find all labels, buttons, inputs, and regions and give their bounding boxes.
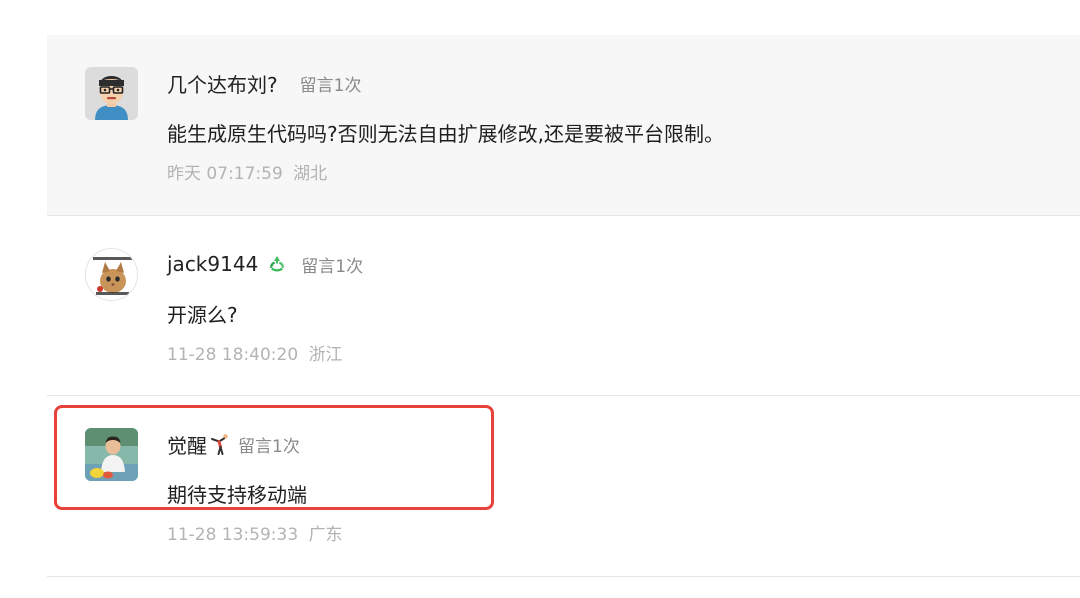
comment-location: 广东 xyxy=(308,525,343,545)
comment-meta: 昨天 07:17:59 湖北 xyxy=(167,159,327,184)
comment-location: 湖北 xyxy=(293,164,328,184)
comment-count-badge: 留言1次 xyxy=(301,256,364,277)
avatar[interactable] xyxy=(85,248,138,301)
commenter-name[interactable]: 几个达布刘? xyxy=(167,69,278,98)
comment-date: 昨天 07:17:59 xyxy=(167,164,283,184)
comment-text: 能生成原生代码吗?否则无法自由扩展修改,还是要被平台限制。 xyxy=(167,122,724,146)
comment-date: 11-28 13:59:33 xyxy=(167,525,299,545)
comment-item: jack9144 留言1次 开源么? 11-28 18:40:20 浙江 xyxy=(47,216,1080,396)
comment-item: 几个达布刘? 留言1次 能生成原生代码吗?否则无法自由扩展修改,还是要被平台限制… xyxy=(47,35,1080,216)
comment-meta: 11-28 13:59:33 广东 xyxy=(167,520,343,545)
comment-count-badge: 留言1次 xyxy=(299,75,362,96)
green-recycle-icon xyxy=(267,254,287,274)
avatar[interactable] xyxy=(85,67,138,120)
name-line: 几个达布刘? 留言1次 xyxy=(167,69,362,98)
comment-date: 11-28 18:40:20 xyxy=(167,345,299,365)
commenter-name[interactable]: jack9144 xyxy=(167,252,258,276)
glasses-man-avatar-icon xyxy=(85,67,138,120)
highlight-annotation-box xyxy=(54,405,494,510)
comment-location: 浙江 xyxy=(308,345,343,365)
comment-meta: 11-28 18:40:20 浙江 xyxy=(167,340,343,365)
comment-list: 几个达布刘? 留言1次 能生成原生代码吗?否则无法自由扩展修改,还是要被平台限制… xyxy=(0,0,1080,598)
cat-meme-avatar-icon xyxy=(86,249,137,300)
comment-text: 开源么? xyxy=(167,303,238,327)
name-line: jack9144 留言1次 xyxy=(167,251,363,277)
